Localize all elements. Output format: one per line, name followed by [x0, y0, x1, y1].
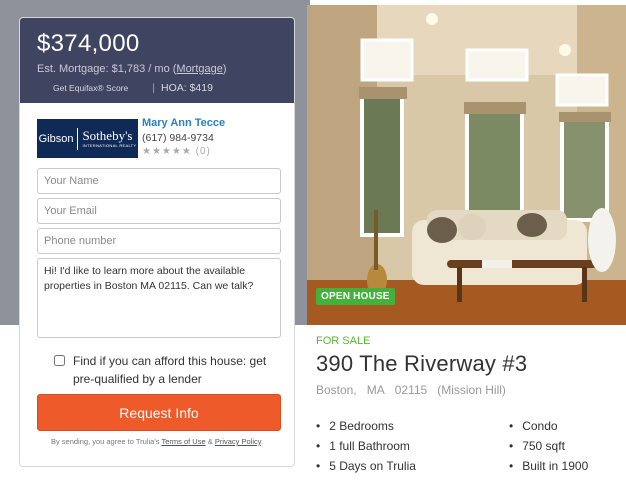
- hoa-fee: HOA: $419: [160, 82, 213, 94]
- prequalify-checkbox[interactable]: [54, 355, 65, 366]
- legal-notice: By sending, you agree to Trulia's Terms …: [20, 437, 294, 446]
- fact-year-built: Built in 1900: [509, 459, 588, 473]
- contact-card: $374,000 Est. Mortgage: $1,783 / mo (Mor…: [19, 17, 295, 467]
- agent-phone: (617) 984-9734: [142, 132, 214, 144]
- legal-and: &: [205, 437, 215, 446]
- email-input[interactable]: [37, 198, 281, 224]
- open-house-badge: OPEN HOUSE: [316, 288, 395, 305]
- agent-rating: ★★★★★ (0): [142, 146, 225, 157]
- logo-divider: [77, 127, 79, 150]
- divider: |: [152, 82, 155, 94]
- logo-gibson: Gibson: [38, 132, 74, 145]
- prequalify-option[interactable]: Find if you can afford this house: get p…: [54, 352, 278, 388]
- fact-type: Condo: [509, 419, 557, 433]
- score-row: Get Equifax® Score | HOA: $419: [37, 82, 277, 94]
- agent-block: Gibson Sotheby's INTERNATIONAL REALTY Ma…: [20, 103, 294, 163]
- fact-days-on-market: 5 Days on Trulia: [316, 459, 416, 473]
- prequalify-label: Find if you can afford this house: get p…: [73, 354, 267, 386]
- rating-count: (0): [195, 146, 211, 157]
- est-mortgage-text: Est. Mortgage: $1,783 / mo (: [37, 63, 177, 75]
- city: Boston,: [316, 383, 357, 397]
- request-info-button[interactable]: Request Info: [37, 394, 281, 431]
- room-photo-illustration: [307, 5, 626, 325]
- star-rating-icons: ★★★★★: [142, 146, 192, 157]
- listing-price: $374,000: [37, 30, 140, 57]
- state: MA: [366, 383, 385, 397]
- listing-status: FOR SALE: [316, 335, 371, 347]
- agent-info: Mary Ann Tecce (617) 984-9734 ★★★★★ (0): [142, 117, 225, 163]
- estimated-mortgage: Est. Mortgage: $1,783 / mo (Mortgage): [37, 63, 277, 75]
- equifax-score-link[interactable]: Get Equifax® Score: [53, 83, 128, 93]
- logo-sothebys-name: Sotheby's: [82, 127, 133, 143]
- property-photo[interactable]: [307, 5, 626, 325]
- mortgage-link[interactable]: Mortgage: [176, 63, 222, 75]
- fact-bathrooms: 1 full Bathroom: [316, 439, 410, 453]
- zip: 02115: [394, 383, 428, 397]
- brokerage-logo[interactable]: Gibson Sotheby's INTERNATIONAL REALTY: [37, 119, 138, 158]
- property-details: FOR SALE 390 The Riverway #3 Boston, MA …: [316, 335, 621, 473]
- terms-of-use-link[interactable]: Terms of Use: [161, 437, 205, 446]
- phone-input[interactable]: [37, 228, 281, 254]
- logo-subtitle: INTERNATIONAL REALTY: [82, 142, 137, 148]
- fact-sqft: 750 sqft: [509, 439, 565, 453]
- est-mortgage-close: ): [222, 63, 227, 75]
- property-address: 390 The Riverway #3: [316, 351, 528, 376]
- agent-name-link[interactable]: Mary Ann Tecce: [142, 117, 225, 129]
- neighborhood-link[interactable]: (Mission Hill): [437, 383, 506, 397]
- fact-bedrooms: 2 Bedrooms: [316, 419, 394, 433]
- privacy-policy-link[interactable]: Privacy Policy: [215, 437, 261, 446]
- logo-sothebys: Sotheby's INTERNATIONAL REALTY: [82, 127, 137, 148]
- message-textarea[interactable]: Hi! I'd like to learn more about the ava…: [37, 258, 281, 338]
- legal-text: By sending, you agree to Trulia's: [50, 437, 162, 446]
- legal-period: .: [260, 437, 264, 446]
- price-header: $374,000 Est. Mortgage: $1,783 / mo (Mor…: [20, 18, 294, 103]
- name-input[interactable]: [37, 168, 281, 194]
- property-location: Boston, MA 02115 (Mission Hill): [316, 383, 621, 397]
